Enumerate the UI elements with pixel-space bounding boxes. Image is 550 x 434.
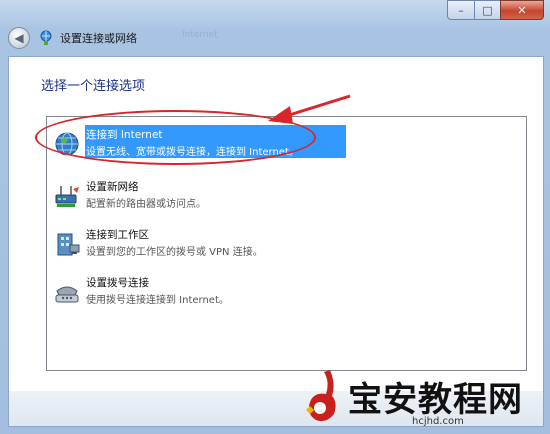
watermark-logo-icon bbox=[306, 370, 336, 422]
watermark-url: hcjhd.com bbox=[412, 416, 464, 427]
window-frame: – □ ✕ ◀ 设置连接或网络 Internet 选择一个连接选项 连接到 In… bbox=[0, 0, 550, 434]
watermark: 宝安教程网 hcjhd.com bbox=[300, 360, 550, 434]
watermark-text: 宝安教程网 bbox=[348, 380, 523, 420]
